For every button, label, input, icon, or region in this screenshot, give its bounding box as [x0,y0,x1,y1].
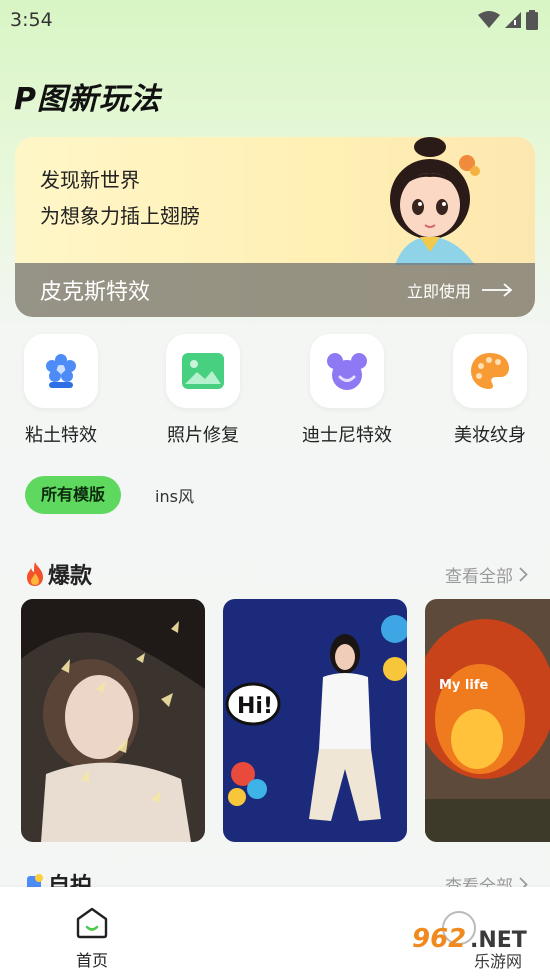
my-life-caption: My life [439,678,489,693]
home-icon [76,907,108,939]
site-watermark-logo: 962 .NET 乐游网 [412,924,527,969]
hi-sticker-image: Hi! [223,599,407,842]
arrow-right-icon [482,283,513,297]
status-bar: 3:54 [0,0,550,40]
watermark-site-name: 乐游网 [474,952,522,969]
watermark-domain: .NET [470,928,527,953]
banner-headline: 发现新世界 [40,168,140,192]
quick-action-icon-box [166,334,240,408]
quick-action-clay[interactable]: 粘土特效 [6,334,116,447]
use-now-label: 立即使用 [406,282,471,301]
quick-actions: 粘土特效 照片修复 迪士尼特效 美妆纹身 [0,334,550,447]
template-card-butterfly[interactable] [21,599,205,842]
filter-chip-ins[interactable]: ins风 [155,483,194,507]
quick-action-icon-box [310,334,384,408]
watermark-number: 962 [412,924,466,954]
quick-action-icon-box [453,334,527,408]
wifi-icon [478,11,500,28]
chevron-right-icon [519,566,528,582]
hot-template-carousel: Hi! My life [21,599,550,842]
image-icon [182,353,224,389]
mouse-ears-icon [327,353,367,390]
page-title: P图新玩法 [14,82,161,117]
quick-action-disney[interactable]: 迪士尼特效 [292,334,402,447]
quick-action-makeup-tattoo[interactable]: 美妆纹身 [435,334,545,447]
nav-home-label: 首页 [75,951,108,970]
quick-action-photo-repair[interactable]: 照片修复 [148,334,258,447]
flower-icon [46,354,76,388]
section-title: 爆款 [24,558,92,590]
section-title-text: 爆款 [48,564,93,589]
status-icons [478,10,538,30]
butterfly-portrait-image [21,599,205,842]
template-card-my-life[interactable]: My life [425,599,550,842]
template-card-hi[interactable]: Hi! [223,599,407,842]
quick-action-icon-box [24,334,98,408]
signal-icon [505,12,521,28]
see-all-label: 查看全部 [445,566,513,587]
palette-icon [471,353,509,389]
nav-home-tab[interactable]: 首页 [66,907,118,971]
fire-icon [27,562,43,586]
cartoon-girl-illustration [390,137,480,265]
filter-chip-all[interactable]: 所有模版 [25,476,122,514]
banner-subheadline: 为想象力插上翅膀 [40,204,200,228]
fire-house-image: My life [425,599,550,842]
quick-action-label: 美妆纹身 [454,425,526,446]
status-time: 3:54 [10,9,53,31]
quick-action-label: 粘土特效 [25,425,97,446]
quick-action-label: 照片修复 [167,425,239,446]
section-hot-header: 爆款 查看全部 [24,558,528,590]
hi-bubble-text: Hi! [237,694,273,719]
template-filter: 所有模版 ins风 [25,476,194,514]
banner-effect-name: 皮克斯特效 [40,280,151,305]
feature-banner[interactable]: 发现新世界 为想象力插上翅膀 皮克斯特效 立即使用 [15,137,535,317]
battery-icon [526,10,538,30]
see-all-link[interactable]: 查看全部 [445,562,528,587]
quick-action-label: 迪士尼特效 [302,425,392,446]
use-now-button[interactable]: 立即使用 [407,278,513,302]
banner-footer: 皮克斯特效 立即使用 [15,263,535,317]
